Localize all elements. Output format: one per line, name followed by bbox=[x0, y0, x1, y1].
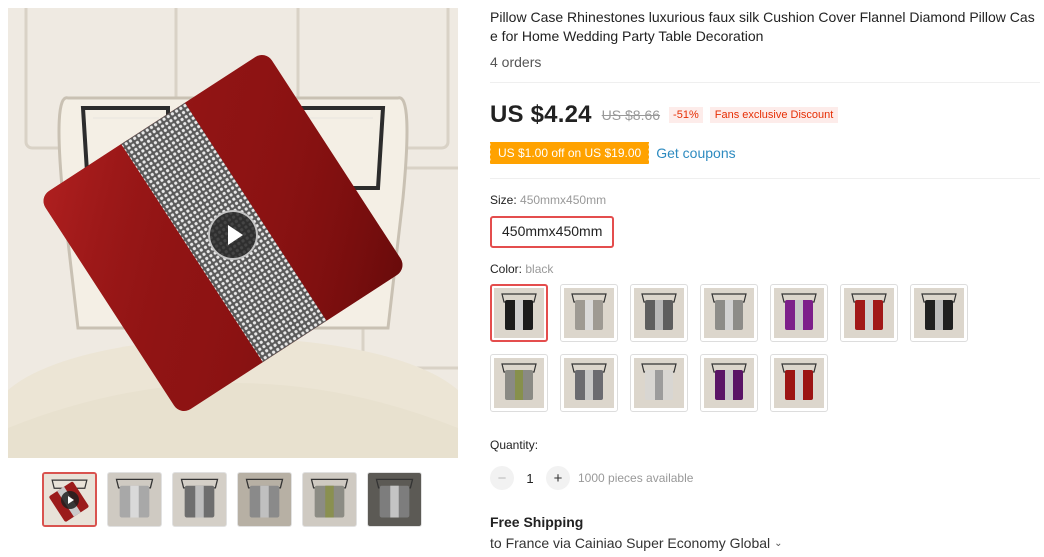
quantity-value[interactable]: 1 bbox=[514, 471, 546, 486]
color-swatch-purple[interactable] bbox=[770, 284, 828, 342]
color-swatch-grey-olive-image bbox=[494, 358, 544, 408]
size-option-450mm[interactable]: 450mmx450mm bbox=[490, 216, 615, 248]
play-video-button[interactable] bbox=[208, 210, 258, 260]
color-swatch-dark-grey-image bbox=[634, 288, 684, 338]
color-swatch-silver-grey[interactable] bbox=[560, 284, 618, 342]
size-label-row: Size: 450mmx450mm bbox=[490, 193, 1040, 207]
fans-discount-badge: Fans exclusive Discount bbox=[709, 107, 839, 123]
stock-available: 1000 pieces available bbox=[578, 471, 694, 485]
quantity-decrease-button[interactable]: − bbox=[490, 466, 514, 490]
color-swatch-black-image bbox=[494, 288, 544, 338]
discount-badge: -51% bbox=[669, 107, 703, 123]
price-row: US $4.24 US $8.66 -51% Fans exclusive Di… bbox=[490, 101, 1040, 129]
thumb-window-scene-image bbox=[368, 473, 421, 526]
color-swatch-black-2[interactable] bbox=[910, 284, 968, 342]
color-swatch-crimson[interactable] bbox=[770, 354, 828, 412]
thumb-video[interactable] bbox=[42, 472, 97, 527]
color-swatches bbox=[490, 284, 1040, 412]
color-swatch-violet[interactable] bbox=[700, 354, 758, 412]
shipping-title: Free Shipping bbox=[490, 514, 584, 530]
shipping-detail: to France via Cainiao Super Economy Glob… bbox=[490, 535, 771, 551]
quantity-increase-button[interactable]: + bbox=[546, 466, 570, 490]
current-price: US $4.24 bbox=[490, 101, 592, 128]
color-swatch-violet-image bbox=[704, 358, 754, 408]
play-icon bbox=[60, 490, 79, 509]
chevron-down-icon: ⌄ bbox=[774, 537, 783, 549]
color-swatch-white-grey[interactable] bbox=[630, 354, 688, 412]
color-label-row: Color: black bbox=[490, 262, 1040, 276]
size-selected-value: 450mmx450mm bbox=[520, 193, 607, 207]
quantity-label: Quantity: bbox=[490, 438, 539, 452]
color-swatch-dark-grey[interactable] bbox=[630, 284, 688, 342]
color-label: Color: bbox=[490, 262, 523, 276]
product-info: Pillow Case Rhinestones luxurious faux s… bbox=[488, 8, 1040, 551]
color-swatch-grey-olive[interactable] bbox=[490, 354, 548, 412]
color-swatch-black[interactable] bbox=[490, 284, 548, 342]
color-swatch-light-grey-image bbox=[704, 288, 754, 338]
thumb-olive-pillow-image bbox=[303, 473, 356, 526]
color-swatch-purple-image bbox=[774, 288, 824, 338]
color-selected-value: black bbox=[525, 262, 554, 276]
coupon-badge[interactable]: US $1.00 off on US $19.00 bbox=[488, 142, 650, 164]
color-swatch-red-image bbox=[844, 288, 894, 338]
thumb-grey-pillow-image bbox=[108, 473, 161, 526]
thumb-window-scene[interactable] bbox=[367, 472, 422, 527]
color-swatch-silver-grey-image bbox=[564, 288, 614, 338]
product-title: Pillow Case Rhinestones luxurious faux s… bbox=[490, 9, 1035, 44]
quantity-stepper: − 1 + 1000 pieces available bbox=[490, 466, 1040, 490]
original-price: US $8.66 bbox=[601, 107, 661, 123]
color-swatch-grey-stripe-image bbox=[564, 358, 614, 408]
color-swatch-red[interactable] bbox=[840, 284, 898, 342]
get-coupons-link[interactable]: Get coupons bbox=[656, 145, 735, 161]
thumb-room-scene-image bbox=[238, 473, 291, 526]
thumb-dark-grey-pillow-image bbox=[173, 473, 226, 526]
thumbnail-strip bbox=[42, 472, 422, 527]
color-swatch-crimson-image bbox=[774, 358, 824, 408]
color-swatch-white-grey-image bbox=[634, 358, 684, 408]
color-swatch-grey-stripe[interactable] bbox=[560, 354, 618, 412]
play-icon bbox=[227, 225, 243, 245]
thumb-olive-pillow[interactable] bbox=[302, 472, 357, 527]
color-swatch-black-2-image bbox=[914, 288, 964, 338]
coupon-row: US $1.00 off on US $19.00 Get coupons bbox=[488, 142, 1040, 179]
shipping-method-selector[interactable]: to France via Cainiao Super Economy Glob… bbox=[490, 535, 1040, 551]
color-swatch-light-grey[interactable] bbox=[700, 284, 758, 342]
thumb-grey-pillow[interactable] bbox=[107, 472, 162, 527]
order-count: 4 orders bbox=[490, 54, 1040, 83]
size-label: Size: bbox=[490, 193, 517, 207]
thumb-room-scene[interactable] bbox=[237, 472, 292, 527]
main-product-image[interactable] bbox=[8, 8, 458, 458]
thumb-dark-grey-pillow[interactable] bbox=[172, 472, 227, 527]
